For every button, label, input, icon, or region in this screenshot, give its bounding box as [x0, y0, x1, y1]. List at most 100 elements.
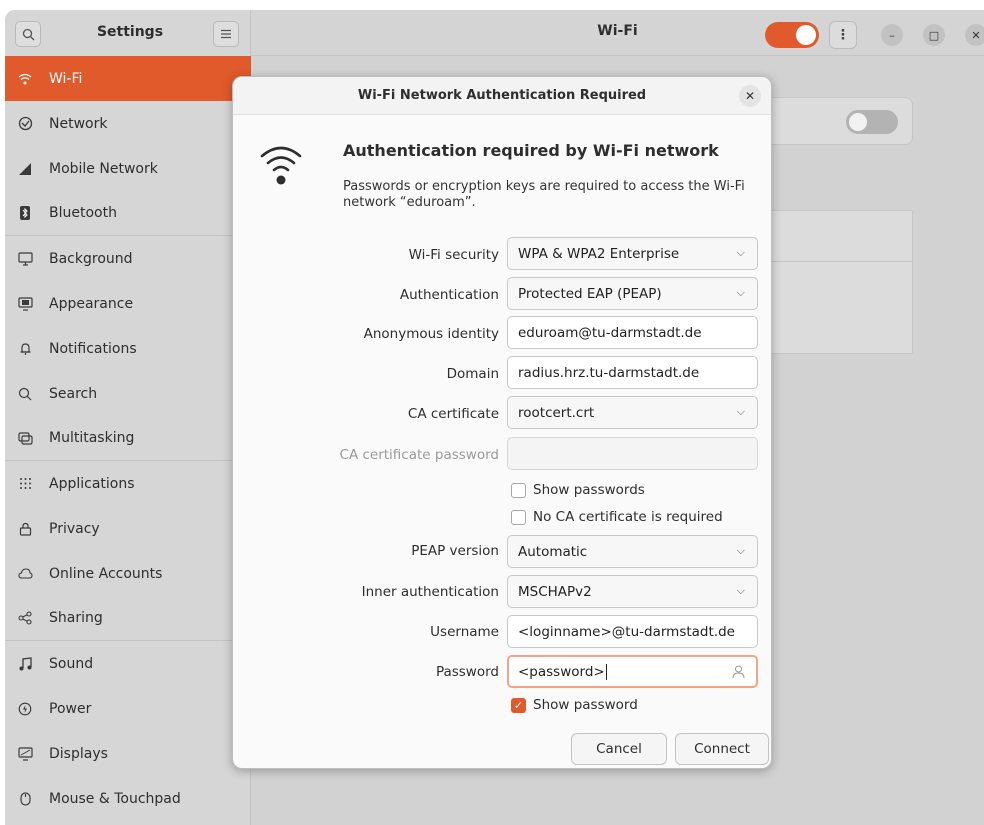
sidebar-list: Wi-Fi Network Mobile Network Bluetooth B…	[5, 56, 251, 821]
sidebar-item-applications[interactable]: Applications ›	[5, 461, 251, 506]
wifi-security-label: Wi-Fi security	[408, 247, 499, 263]
sidebar-item-privacy[interactable]: Privacy ›	[5, 506, 251, 551]
ca-certificate-select[interactable]: rootcert.crt ⌵	[507, 396, 758, 429]
lock-icon	[17, 521, 33, 537]
kebab-menu-icon: ⋮	[836, 27, 850, 43]
username-value: <loginname>@tu-darmstadt.de	[518, 623, 735, 640]
connect-button[interactable]: Connect	[675, 733, 769, 765]
sidebar-item-mouse-touchpad[interactable]: Mouse & Touchpad	[5, 776, 251, 821]
cancel-button[interactable]: Cancel	[571, 733, 667, 765]
password-input[interactable]: <password>	[507, 655, 758, 688]
username-label: Username	[430, 624, 499, 640]
sidebar-item-sharing[interactable]: Sharing	[5, 596, 251, 641]
sidebar-item-power[interactable]: Power	[5, 686, 251, 731]
show-passwords-checkbox[interactable]: Show passwords	[511, 482, 645, 498]
sidebar-item-label: Mouse & Touchpad	[49, 790, 181, 807]
sidebar-item-label: Multitasking	[49, 430, 135, 446]
auth-dialog: Wi-Fi Network Authentication Required ✕ …	[232, 76, 772, 769]
chevron-down-icon: ⌵	[736, 246, 745, 259]
anonymous-identity-input[interactable]: eduroam@tu-darmstadt.de	[507, 316, 758, 349]
sidebar-item-network[interactable]: Network	[5, 101, 251, 146]
close-icon: ✕	[971, 28, 981, 42]
show-password-checkbox[interactable]: ✓ Show password	[511, 697, 638, 713]
applications-icon	[17, 476, 33, 492]
username-input[interactable]: <loginname>@tu-darmstadt.de	[507, 615, 758, 648]
inner-authentication-label: Inner authentication	[361, 584, 499, 600]
authentication-value: Protected EAP (PEAP)	[518, 285, 662, 302]
sidebar-item-label: Sound	[49, 655, 94, 672]
ca-certificate-password-label: CA certificate password	[339, 447, 499, 463]
authentication-select[interactable]: Protected EAP (PEAP) ⌵	[507, 277, 758, 310]
password-value: <password>	[518, 663, 605, 680]
show-password-label: Show password	[533, 697, 638, 713]
dialog-header: Wi-Fi Network Authentication Required ✕	[233, 77, 771, 115]
chevron-down-icon: ⌵	[736, 405, 745, 418]
show-passwords-label: Show passwords	[533, 482, 645, 498]
anonymous-identity-label: Anonymous identity	[363, 326, 499, 342]
mobile-network-icon	[17, 161, 33, 177]
sidebar-header: Settings	[5, 10, 250, 56]
sidebar-item-search[interactable]: Search	[5, 371, 251, 416]
minimize-button[interactable]: –	[881, 24, 903, 46]
sidebar-item-background[interactable]: Background	[5, 236, 251, 281]
person-icon[interactable]	[731, 664, 746, 683]
wifi-security-value: WPA & WPA2 Enterprise	[518, 245, 680, 262]
sidebar-item-notifications[interactable]: Notifications	[5, 326, 251, 371]
network-icon	[17, 116, 33, 132]
power-icon	[17, 701, 33, 717]
mouse-icon	[17, 791, 33, 807]
toggle-knob	[849, 113, 867, 131]
appearance-icon	[17, 296, 33, 312]
sidebar-item-bluetooth[interactable]: Bluetooth	[5, 191, 251, 236]
wifi-security-select[interactable]: WPA & WPA2 Enterprise ⌵	[507, 237, 758, 270]
hamburger-menu-button[interactable]	[213, 21, 239, 47]
close-window-button[interactable]: ✕	[965, 24, 984, 46]
inner-authentication-value: MSCHAPv2	[518, 583, 592, 600]
sidebar-item-mobile-network[interactable]: Mobile Network	[5, 146, 251, 191]
inner-authentication-select[interactable]: MSCHAPv2 ⌵	[507, 575, 758, 608]
page-title: Wi-Fi	[597, 23, 638, 39]
domain-label: Domain	[446, 366, 499, 382]
sidebar-item-label: Search	[49, 385, 98, 402]
dialog-close-button[interactable]: ✕	[739, 85, 761, 107]
dialog-description: Passwords or encryption keys are require…	[343, 179, 745, 210]
sidebar-item-label: Mobile Network	[49, 160, 158, 177]
chevron-down-icon: ⌵	[736, 544, 745, 557]
sidebar-item-wifi[interactable]: Wi-Fi	[5, 56, 251, 101]
sidebar-item-label: Network	[49, 115, 108, 132]
maximize-button[interactable]: □	[923, 24, 945, 46]
main-header: Wi-Fi ⋮ – □ ✕	[251, 10, 984, 56]
no-ca-required-checkbox[interactable]: No CA certificate is required	[511, 509, 723, 525]
sidebar-title: Settings	[96, 24, 164, 40]
share-icon	[17, 610, 33, 626]
sidebar-item-label: Sharing	[49, 610, 103, 626]
text-cursor	[605, 663, 607, 680]
close-icon: ✕	[744, 89, 756, 103]
sidebar-item-multitasking[interactable]: Multitasking	[5, 416, 251, 461]
anonymous-identity-value: eduroam@tu-darmstadt.de	[518, 324, 702, 341]
sidebar-item-online-accounts[interactable]: Online Accounts	[5, 551, 251, 596]
wifi-toggle[interactable]	[765, 22, 819, 48]
sidebar-item-displays[interactable]: Displays	[5, 731, 251, 776]
dialog-heading: Authentication required by Wi-Fi network	[343, 141, 719, 160]
ca-certificate-value: rootcert.crt	[518, 404, 595, 421]
password-label: Password	[435, 664, 499, 680]
search-button[interactable]	[15, 21, 41, 47]
sidebar-item-label: Power	[49, 700, 92, 717]
peap-version-select[interactable]: Automatic ⌵	[507, 535, 758, 568]
peap-version-label: PEAP version	[411, 543, 499, 559]
sidebar: Settings Wi-Fi Network Mobile Network Bl…	[5, 10, 251, 825]
sidebar-item-sound[interactable]: Sound	[5, 641, 251, 686]
hamburger-icon	[221, 29, 231, 39]
checkbox-box	[511, 482, 526, 498]
domain-input[interactable]: radius.hrz.tu-darmstadt.de	[507, 356, 758, 389]
sidebar-item-appearance[interactable]: Appearance	[5, 281, 251, 326]
airplane-mode-switch[interactable]	[846, 110, 898, 134]
wifi-icon	[17, 71, 33, 87]
more-options-button[interactable]: ⋮	[829, 21, 857, 49]
sidebar-item-label: Wi-Fi	[49, 70, 83, 87]
chevron-down-icon: ⌵	[736, 286, 745, 299]
bluetooth-icon	[17, 205, 33, 221]
wifi-signal-icon	[260, 146, 302, 185]
ca-certificate-password-input[interactable]	[507, 437, 758, 470]
